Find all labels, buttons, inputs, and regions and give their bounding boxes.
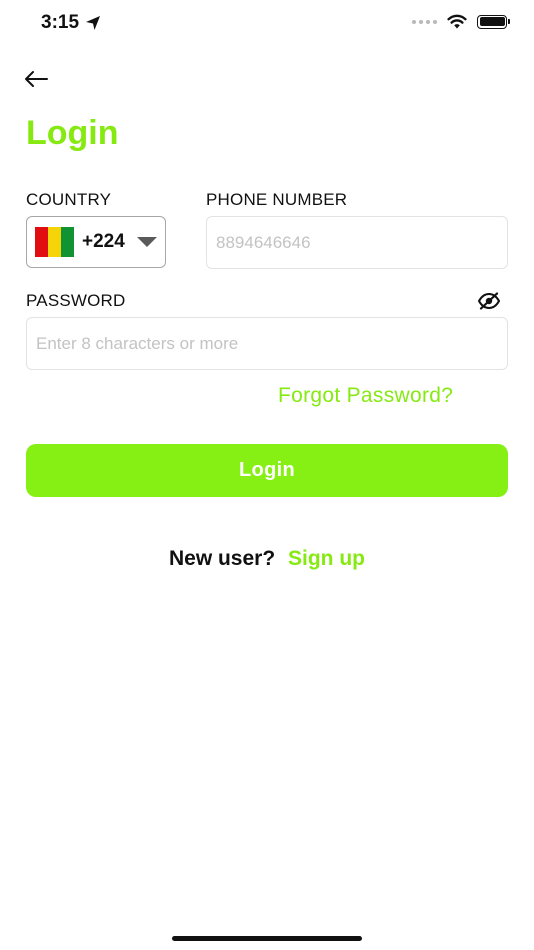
- eye-slash-icon: [477, 292, 501, 310]
- signup-link[interactable]: Sign up: [288, 547, 365, 570]
- password-label: PASSWORD: [26, 291, 126, 310]
- arrow-left-icon: [25, 71, 48, 87]
- home-indicator: [172, 936, 362, 941]
- location-arrow-icon: [86, 16, 101, 30]
- status-bar-indicators: [412, 14, 510, 29]
- country-label: COUNTRY: [26, 190, 112, 209]
- status-time-text: 3:15: [41, 12, 80, 33]
- country-code-picker[interactable]: +224: [26, 216, 166, 268]
- battery-icon: [477, 14, 510, 29]
- forgot-password-link[interactable]: Forgot Password?: [278, 384, 453, 408]
- phone-number-label: PHONE NUMBER: [206, 190, 348, 209]
- dropdown-caret-icon: [136, 237, 157, 247]
- guinea-flag-icon: [35, 227, 74, 257]
- password-input[interactable]: [26, 317, 508, 370]
- signup-row: New user? Sign up: [0, 547, 534, 571]
- wifi-icon: [447, 14, 467, 29]
- dial-code: +224: [82, 231, 125, 252]
- password-visibility-toggle[interactable]: [474, 289, 504, 313]
- phone-number-input[interactable]: [206, 216, 508, 269]
- status-bar-time: 3:15: [41, 12, 101, 34]
- back-button[interactable]: [20, 64, 52, 94]
- cellular-signal-icon: [412, 19, 437, 24]
- page-title: Login: [26, 114, 119, 152]
- login-button[interactable]: Login: [26, 444, 508, 497]
- signup-prompt: New user?: [168, 547, 276, 570]
